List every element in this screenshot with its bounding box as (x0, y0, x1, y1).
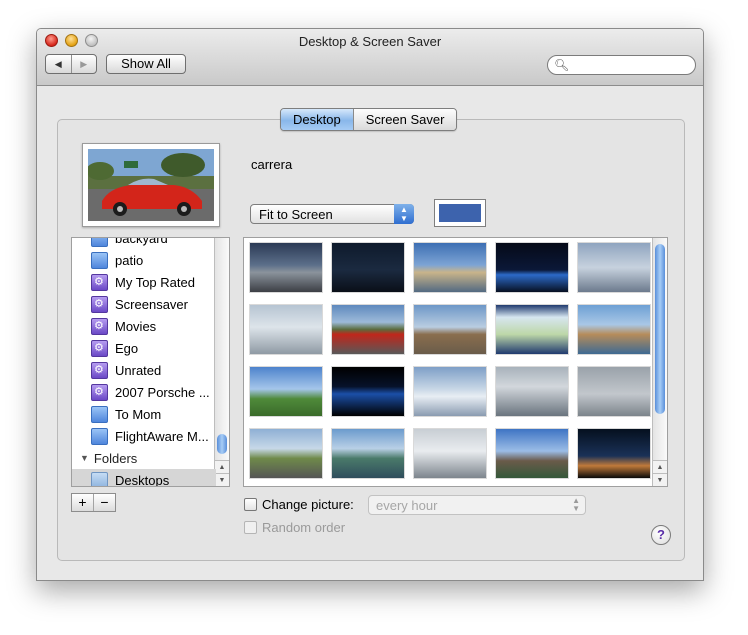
remove-folder-button[interactable]: − (93, 494, 115, 511)
smart-album-icon (91, 295, 108, 313)
thumbnail-globe-logo[interactable] (332, 367, 404, 416)
interval-value: every hour (376, 498, 438, 513)
scroll-up-arrow-icon[interactable]: ▲ (215, 460, 229, 474)
folder-item-label: Desktops (115, 472, 170, 487)
picture-grid-scrollbar[interactable]: ▲ ▼ (652, 238, 667, 486)
source-item-label: To Mom (115, 406, 162, 422)
show-all-button[interactable]: Show All (106, 54, 186, 74)
search-field[interactable]: 🔍︎ (547, 55, 696, 75)
source-item[interactable]: patio (72, 249, 143, 271)
tab-desktop[interactable]: Desktop (281, 109, 353, 130)
forward-arrow-icon[interactable]: ▶ (70, 55, 97, 73)
thumbnail-harbor-town[interactable] (414, 243, 486, 292)
smart-album-icon (91, 317, 108, 335)
thumbnail-sunset-dark[interactable] (578, 429, 650, 478)
current-picture-image (88, 149, 214, 221)
source-item-label: 2007 Porsche ... (115, 384, 210, 400)
folder-icon (91, 251, 108, 269)
source-list-scrollbar[interactable]: ▲ ▼ (214, 238, 229, 486)
folder-icon (91, 427, 108, 445)
source-item[interactable]: Unrated (72, 359, 161, 381)
source-item[interactable]: Screensaver (72, 293, 188, 315)
source-item[interactable]: Movies (72, 315, 156, 337)
random-order-checkbox[interactable] (244, 521, 257, 534)
thumbnail-cars-on-street[interactable] (250, 243, 322, 292)
source-list-scroll-thumb[interactable] (217, 434, 227, 454)
folder-item[interactable]: Desktops (72, 469, 216, 487)
thumbnail-foggy-pier[interactable] (578, 367, 650, 416)
source-item[interactable]: Ego (72, 337, 138, 359)
back-forward-control[interactable]: ◀ ▶ (45, 54, 97, 74)
thumbnail-red-porsche[interactable] (332, 305, 404, 354)
disclosure-triangle-icon[interactable]: ▼ (80, 453, 89, 463)
grid-scroll-down-arrow-icon[interactable]: ▼ (653, 473, 667, 486)
random-order-label: Random order (262, 520, 346, 535)
thumbnail-train-station[interactable] (496, 367, 568, 416)
thumbnail-bridge-river[interactable] (332, 429, 404, 478)
interval-popup-button[interactable]: every hour ▲ ▼ (368, 495, 586, 515)
color-swatch (439, 204, 481, 222)
thumbnail-night-lake[interactable] (332, 243, 404, 292)
tab-screen-saver[interactable]: Screen Saver (352, 109, 457, 130)
source-item-label: Ego (115, 340, 139, 356)
add-folder-button[interactable]: + (72, 494, 93, 511)
picture-grid[interactable]: ▲ ▼ (243, 237, 668, 487)
source-list[interactable]: ▲ ▼ backyard patio My Top Rated Screensaver… (71, 237, 230, 487)
window-title: Desktop & Screen Saver (298, 34, 442, 49)
thumbnail-world-map[interactable] (496, 305, 568, 354)
thumbnail-mountains-aerial[interactable] (414, 367, 486, 416)
source-item[interactable]: FlightAware M... (72, 425, 209, 447)
current-picture-name: carrera (251, 157, 293, 172)
thumbnail-airport-hall[interactable] (414, 429, 486, 478)
thumbnail-church-field[interactable] (250, 367, 322, 416)
porsche-illustration (88, 149, 214, 221)
smart-album-icon (91, 273, 108, 291)
folders-group-header[interactable]: ▼ Folders (80, 447, 137, 469)
popup-arrows-icon: ▲ ▼ (394, 204, 414, 224)
source-item-label: Screensaver (115, 296, 188, 312)
thumbnail-seaside-cliffs[interactable] (578, 305, 650, 354)
back-arrow-icon[interactable]: ◀ (46, 55, 71, 73)
source-item-label: FlightAware M... (115, 428, 209, 444)
folder-icon (91, 405, 108, 423)
source-item[interactable]: 2007 Porsche ... (72, 381, 210, 403)
picture-grid-scroll-thumb[interactable] (655, 244, 665, 414)
folder-icon (91, 238, 108, 247)
thumbnail-red-car-coast[interactable] (414, 305, 486, 354)
tab-bar: Desktop Screen Saver (280, 108, 458, 131)
smart-album-icon (91, 383, 108, 401)
thumbnail-cathedral[interactable] (496, 429, 568, 478)
preferences-window: Desktop & Screen Saver ◀ ▶ Show All 🔍︎ D… (36, 28, 704, 581)
fit-popup-button[interactable]: Fit to Screen ▲ ▼ (250, 204, 414, 224)
change-picture-checkbox[interactable] (244, 498, 257, 511)
grid-scroll-up-arrow-icon[interactable]: ▲ (653, 460, 667, 474)
interval-arrows-icon: ▲ ▼ (572, 496, 580, 513)
thumbnail-castle-misty[interactable] (578, 243, 650, 292)
source-item-label: My Top Rated (115, 274, 195, 290)
source-item-label: backyard (115, 237, 168, 246)
source-item[interactable]: My Top Rated (72, 271, 195, 293)
thumbnail-sailboats[interactable] (250, 305, 322, 354)
smart-album-icon (91, 361, 108, 379)
fit-value: Fit to Screen (259, 207, 333, 222)
search-icon: 🔍︎ (554, 58, 570, 72)
help-button[interactable]: ? (651, 525, 671, 545)
folder-icon (91, 471, 108, 486)
source-item-label: patio (115, 252, 144, 268)
add-remove-control: + − (71, 493, 116, 512)
source-item[interactable]: backyard (72, 237, 168, 249)
thumbnail-country-road[interactable] (250, 429, 322, 478)
smart-album-icon (91, 339, 108, 357)
source-item[interactable]: To Mom (72, 403, 161, 425)
scroll-down-arrow-icon[interactable]: ▼ (215, 473, 229, 486)
current-picture-preview (82, 143, 220, 227)
thumbnail-lit-bridge[interactable] (496, 243, 568, 292)
folders-group-label: Folders (93, 450, 138, 466)
background-color-well[interactable] (434, 199, 486, 227)
source-item-label: Unrated (115, 362, 162, 378)
titlebar: Desktop & Screen Saver ◀ ▶ Show All 🔍︎ (37, 29, 703, 86)
change-picture-label: Change picture: (262, 497, 354, 512)
source-item-label: Movies (115, 318, 157, 334)
